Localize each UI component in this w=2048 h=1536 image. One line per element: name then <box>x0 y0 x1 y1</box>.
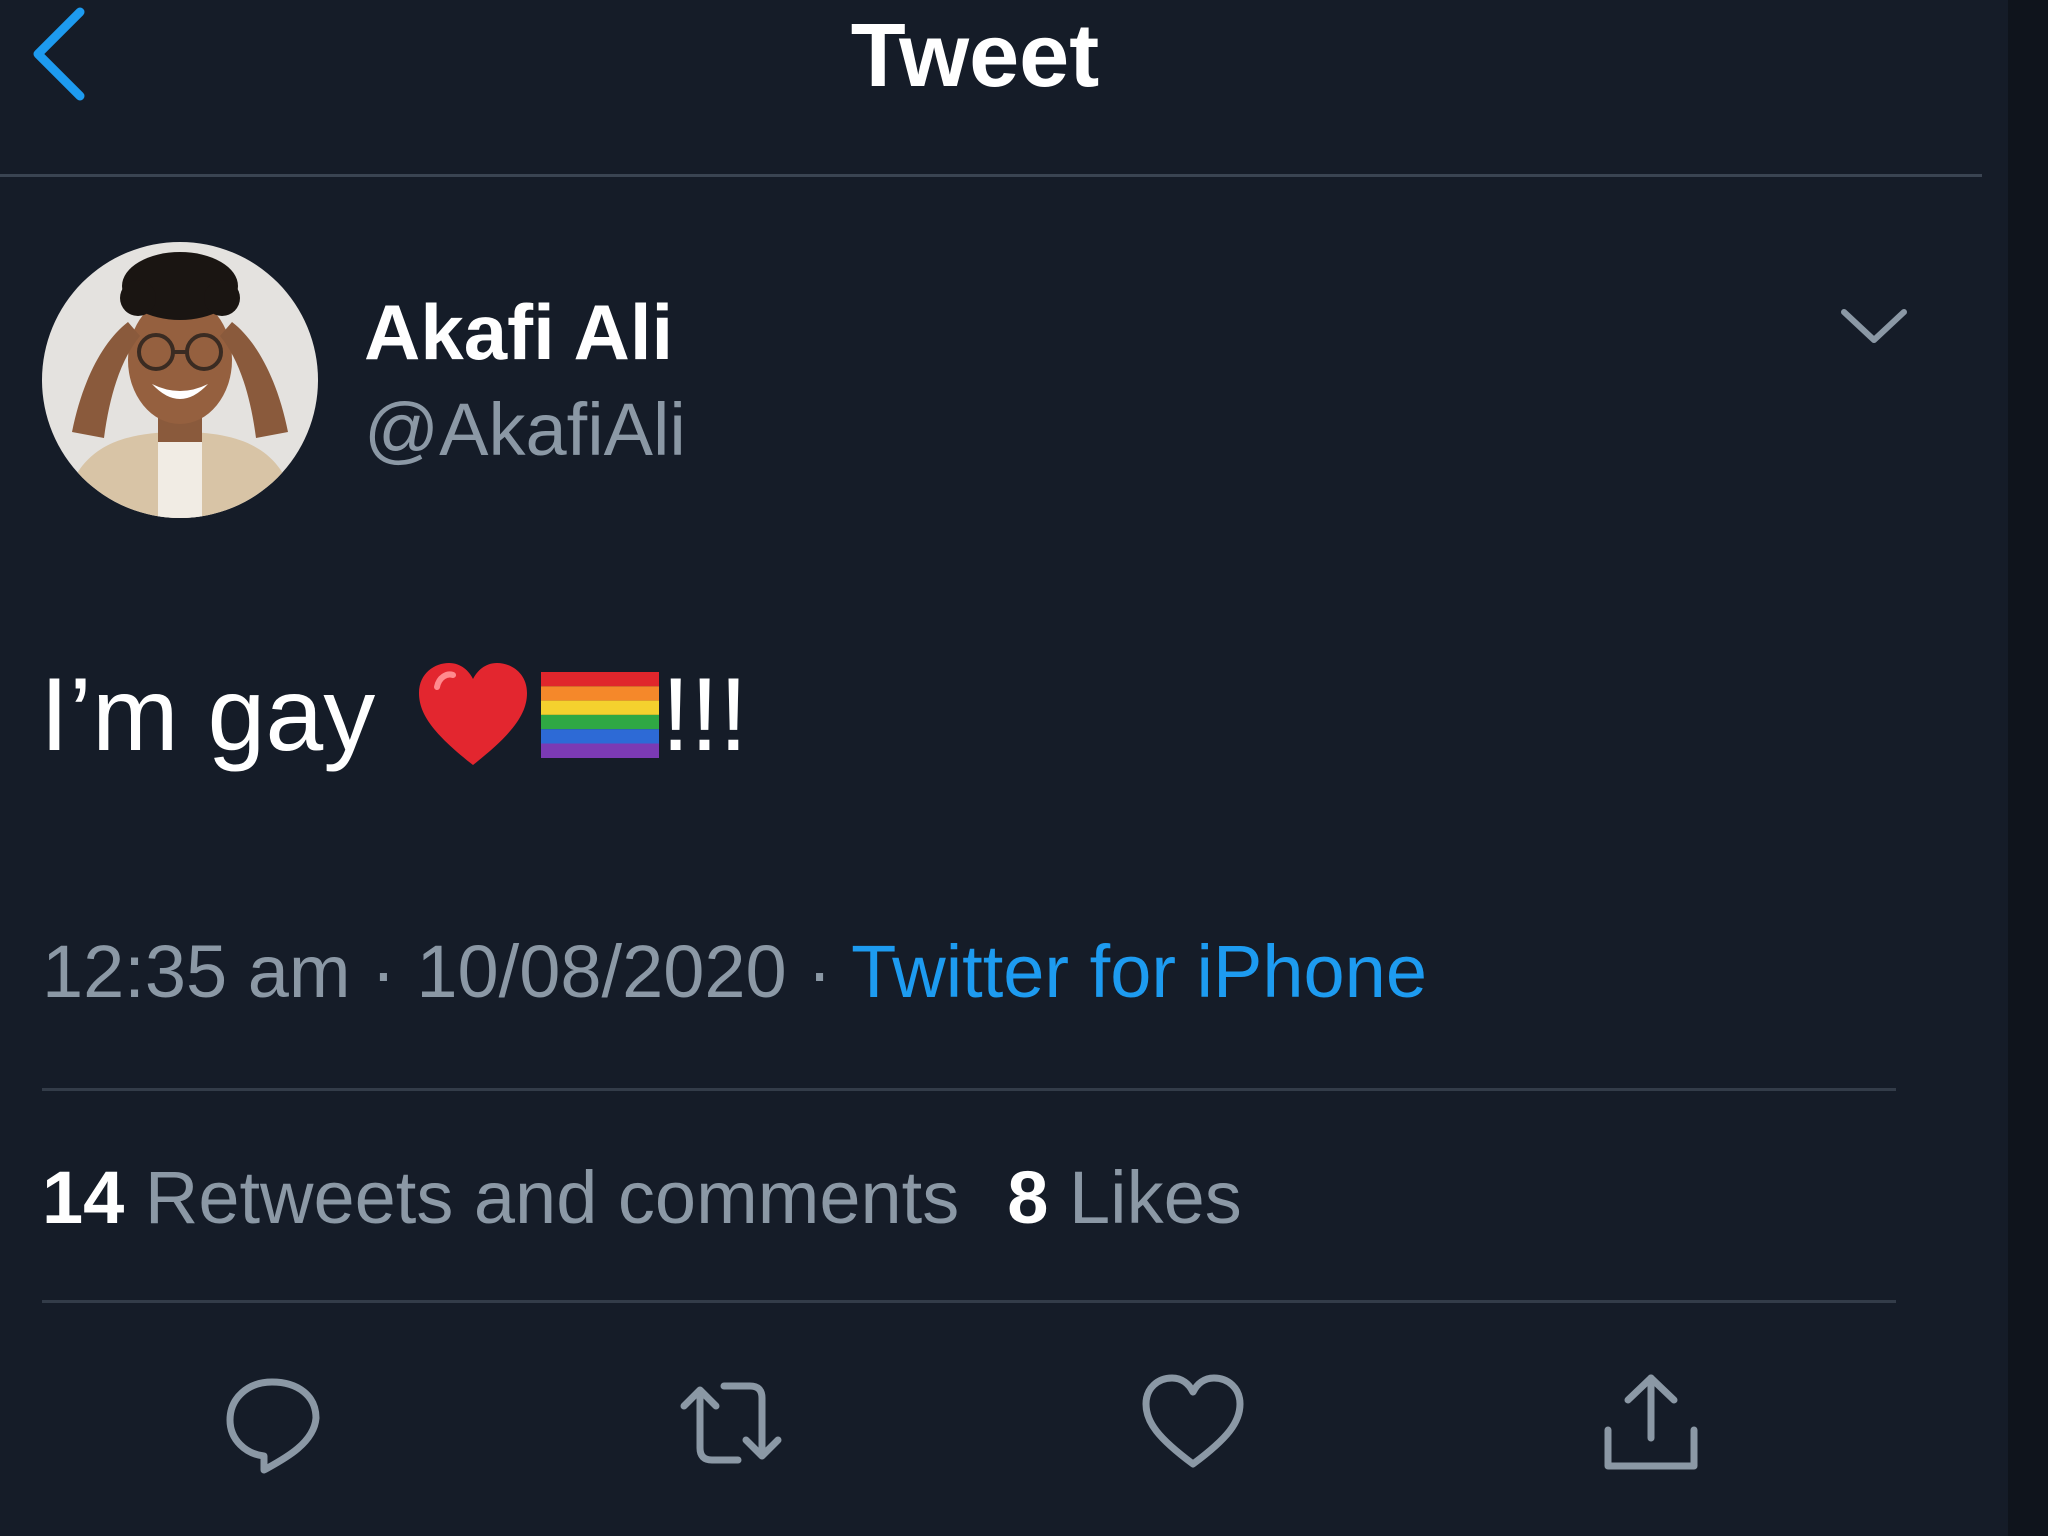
like-icon <box>1142 1374 1244 1468</box>
tweet-text-main: I’m gay <box>40 657 376 773</box>
reply-icon <box>226 1378 320 1474</box>
red-heart-icon <box>419 663 528 765</box>
tweet-text: I’m gay !!! <box>40 650 748 780</box>
profile-photo <box>42 242 318 518</box>
likes-label: Likes <box>1068 1156 1242 1239</box>
share-button[interactable] <box>1596 1368 1706 1478</box>
more-options-button[interactable] <box>1834 292 1914 362</box>
page-title: Tweet <box>850 6 1100 106</box>
reply-button[interactable] <box>218 1368 328 1478</box>
retweet-icon <box>680 1382 782 1464</box>
tweet-date: 10/08/2020 <box>416 930 787 1013</box>
tweet-source-link[interactable]: Twitter for iPhone <box>851 930 1427 1013</box>
meta-separator: · <box>807 930 832 1013</box>
like-button[interactable] <box>1138 1368 1248 1478</box>
divider <box>42 1088 1896 1091</box>
right-edge-strip <box>2008 0 2048 1536</box>
tweet-stats: 14 Retweets and comments 8 Likes <box>42 1148 1242 1248</box>
author-display-name[interactable]: Akafi Ali <box>364 282 673 382</box>
tweet-meta: 12:35 am · 10/08/2020 · Twitter for iPho… <box>42 922 1427 1022</box>
retweet-button[interactable] <box>676 1368 786 1478</box>
retweets-count: 14 <box>42 1156 125 1239</box>
rainbow-flag-icon <box>541 672 660 758</box>
top-nav-bar: Tweet <box>0 0 1982 177</box>
likes-count: 8 <box>1007 1156 1049 1239</box>
retweets-label: Retweets and comments <box>144 1156 960 1239</box>
meta-separator: · <box>371 930 396 1013</box>
tweet-time: 12:35 am <box>42 930 351 1013</box>
likes-stat[interactable]: 8 Likes <box>1007 1156 1241 1239</box>
chevron-down-icon <box>1841 309 1907 343</box>
retweets-stat[interactable]: 14 Retweets and comments <box>42 1156 959 1239</box>
author-handle[interactable]: @AkafiAli <box>364 380 686 480</box>
tweet-text-exclamation: !!! <box>661 657 748 773</box>
divider <box>42 1300 1896 1303</box>
avatar[interactable] <box>42 242 318 518</box>
share-icon <box>1604 1374 1698 1470</box>
